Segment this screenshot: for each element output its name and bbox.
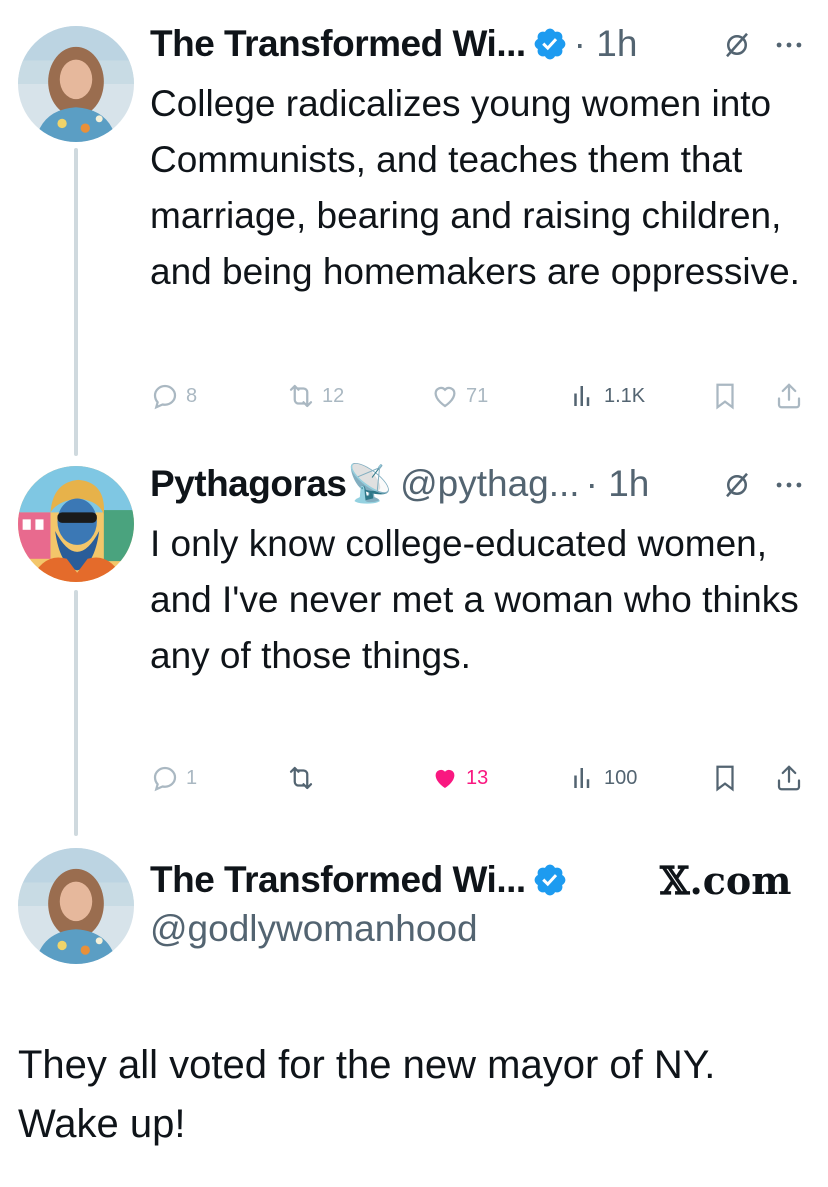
views-button[interactable]: 100 <box>568 758 637 798</box>
avatar[interactable] <box>18 26 134 142</box>
verified-badge-icon <box>532 862 568 898</box>
timestamp[interactable]: · 1h <box>586 463 650 505</box>
like-button[interactable]: 13 <box>430 758 488 798</box>
views-button[interactable]: 1.1K <box>568 376 645 416</box>
share-icon <box>777 765 801 791</box>
bookmark-icon <box>716 765 734 792</box>
reply-button[interactable]: 1 <box>150 758 197 798</box>
author-name[interactable]: The Transformed Wi... <box>150 23 526 65</box>
author-name[interactable]: The Transformed Wi... <box>150 859 526 901</box>
tweet-header: The Transformed Wi... · 1h <box>150 20 637 68</box>
heart-icon <box>435 769 455 788</box>
share-button[interactable] <box>774 376 804 416</box>
share-icon <box>777 383 801 409</box>
like-count: 13 <box>466 766 489 789</box>
views-count: 1.1K <box>604 384 646 407</box>
action-bar: 1 13 100 <box>150 758 810 798</box>
more-icon[interactable] <box>772 28 806 62</box>
author-name[interactable]: Pythagoras📡 <box>150 463 393 506</box>
reply-icon <box>153 766 177 792</box>
repost-count: 12 <box>322 384 345 407</box>
post-header: The Transformed Wi... <box>150 856 568 904</box>
views-icon <box>574 386 590 406</box>
views-count: 100 <box>604 766 638 789</box>
timestamp[interactable]: · 1h <box>574 23 638 65</box>
tweet-text: I only know college-educated women, and … <box>150 523 799 676</box>
verified-badge-icon <box>532 26 568 62</box>
reply-button[interactable]: 8 <box>150 376 197 416</box>
grok-icon[interactable] <box>722 470 752 500</box>
thread-line-2 <box>74 590 78 836</box>
repost-icon <box>289 766 313 790</box>
author-handle[interactable]: @godlywomanhood <box>150 908 478 950</box>
reply-count: 8 <box>186 384 198 407</box>
grok-icon[interactable] <box>722 30 752 60</box>
bookmark-button[interactable] <box>710 376 740 416</box>
x-watermark-text: 𝕏.com <box>660 857 792 903</box>
views-icon <box>574 768 590 788</box>
repost-button[interactable]: 12 <box>286 376 344 416</box>
more-icon[interactable] <box>772 468 806 502</box>
share-button[interactable] <box>774 758 804 798</box>
repost-icon <box>289 384 313 408</box>
like-button[interactable]: 71 <box>430 376 488 416</box>
like-count: 71 <box>466 384 489 407</box>
thread-line-1 <box>74 148 78 456</box>
tweet-header: Pythagoras📡 @pythag... · 1h <box>150 460 649 508</box>
avatar[interactable] <box>18 466 134 582</box>
bookmark-button[interactable] <box>710 758 740 798</box>
heart-icon <box>434 386 456 408</box>
x-watermark: 𝕏.com <box>660 857 792 903</box>
tweet-text: College radicalizes young women into Com… <box>150 83 800 292</box>
avatar[interactable] <box>18 848 134 964</box>
repost-button[interactable] <box>286 758 322 798</box>
reply-icon <box>153 384 177 410</box>
action-bar: 8 12 71 1.1K <box>150 376 810 416</box>
bookmark-icon <box>716 383 734 410</box>
author-handle[interactable]: @pythag... <box>400 463 580 505</box>
post-text: They all voted for the new mayor of NY. … <box>18 1043 716 1146</box>
reply-count: 1 <box>186 766 198 789</box>
